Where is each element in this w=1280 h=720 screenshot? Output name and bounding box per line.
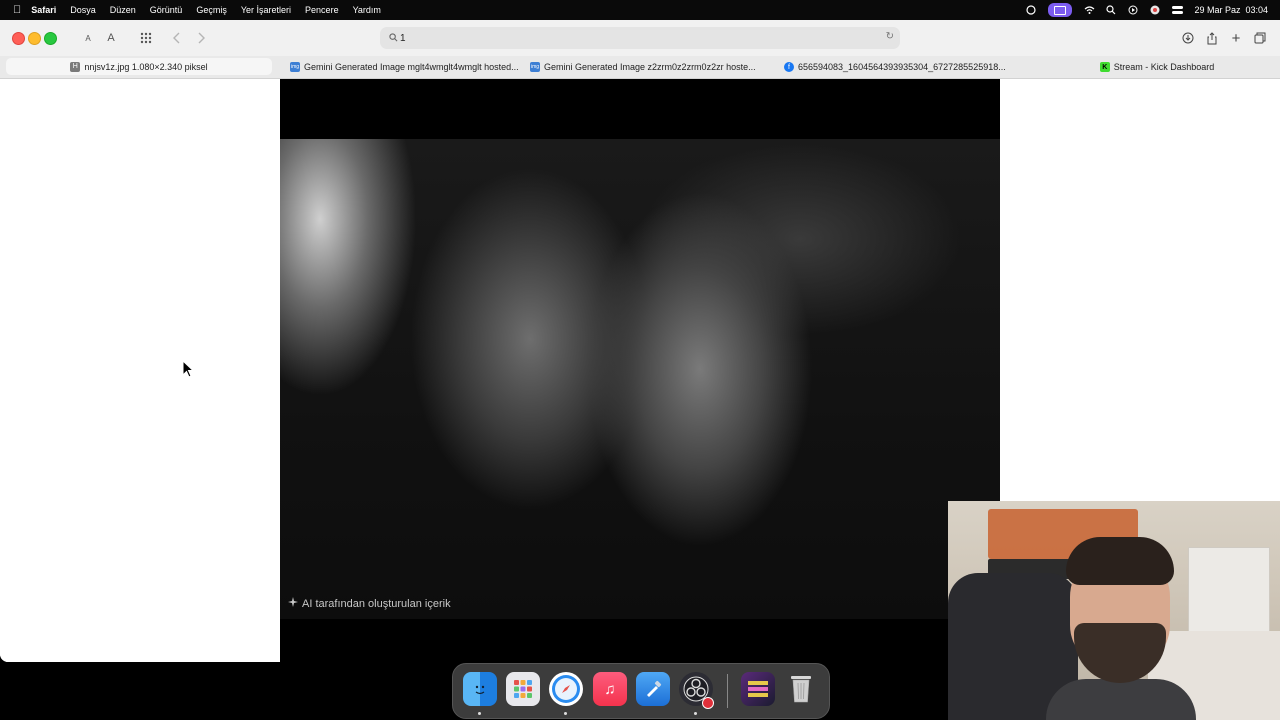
webcam-overlay bbox=[948, 501, 1280, 720]
tab-gemini-image-2[interactable]: img Gemini Generated Image z2zrm0z2zrm0z… bbox=[530, 56, 780, 78]
menu-goruntu[interactable]: Görüntü bbox=[150, 5, 183, 15]
tab-gemini-image-1[interactable]: img Gemini Generated Image mglt4wmglt4wm… bbox=[276, 56, 540, 78]
image-favicon-icon: img bbox=[530, 62, 540, 72]
share-icon[interactable] bbox=[1204, 28, 1220, 48]
menu-safari[interactable]: Safari bbox=[31, 5, 56, 15]
menubar-datetime[interactable]: 29 Mar Paz 03:04 bbox=[1194, 5, 1268, 15]
window-maximize-button[interactable] bbox=[44, 32, 57, 45]
tab-label: Gemini Generated Image mglt4wmglt4wmglt … bbox=[304, 62, 519, 72]
tab-label: nnjsv1z.jpg 1.080×2.340 piksel bbox=[84, 61, 208, 72]
user-avatar-icon[interactable] bbox=[1150, 5, 1160, 15]
sparkle-icon bbox=[288, 597, 298, 610]
dock-separator bbox=[727, 674, 728, 708]
webcam-person-hair bbox=[1066, 537, 1174, 585]
safari-icon[interactable] bbox=[549, 672, 583, 706]
menu-duzen[interactable]: Düzen bbox=[110, 5, 136, 15]
tab-kick-dashboard[interactable]: K Stream - Kick Dashboard bbox=[1040, 56, 1274, 78]
stream-overlay-app-icon[interactable] bbox=[741, 672, 775, 706]
dock-running-indicator bbox=[694, 712, 697, 715]
webcam-person bbox=[1046, 531, 1196, 720]
menu-dosya[interactable]: Dosya bbox=[70, 5, 96, 15]
text-smaller-button[interactable]: A bbox=[82, 28, 94, 48]
dock: ♫ bbox=[452, 663, 830, 719]
menu-yer-isaretleri[interactable]: Yer İşaretleri bbox=[241, 5, 291, 15]
trash-icon[interactable] bbox=[784, 672, 818, 706]
tab-label: Gemini Generated Image z2zrm0z2zrm0z2zr … bbox=[544, 62, 756, 72]
dock-running-indicator bbox=[478, 712, 481, 715]
ai-content-label: AI tarafından oluşturulan içerik bbox=[288, 597, 451, 610]
control-center-icon[interactable] bbox=[1172, 5, 1184, 15]
tab-bar: H nnjsv1z.jpg 1.080×2.340 piksel img Gem… bbox=[0, 56, 1280, 79]
window-close-button[interactable] bbox=[12, 32, 25, 45]
downloads-icon[interactable] bbox=[1180, 28, 1196, 48]
menu-pencere[interactable]: Pencere bbox=[305, 5, 339, 15]
menu-bar:  Safari Dosya Düzen Görüntü Geçmiş Yer … bbox=[0, 0, 1280, 20]
browser-toolbar: A A 1 ↻ + bbox=[0, 20, 1280, 56]
image-viewer[interactable]: AI tarafından oluşturulan içerik bbox=[280, 79, 1000, 662]
tab-favicon-icon: H bbox=[70, 61, 81, 72]
xcode-icon[interactable] bbox=[636, 672, 670, 706]
tab-nnjsv1z[interactable]: H nnjsv1z.jpg 1.080×2.340 piksel bbox=[6, 58, 272, 75]
window-minimize-button[interactable] bbox=[28, 32, 41, 45]
webcam-radiator bbox=[1188, 547, 1270, 639]
kick-favicon-icon: K bbox=[1099, 62, 1110, 72]
creative-cloud-icon[interactable] bbox=[1026, 5, 1037, 15]
wifi-icon[interactable] bbox=[1084, 5, 1095, 15]
tab-label: 656594083_1604564393935304_6727285525918… bbox=[798, 62, 1006, 72]
back-chevron-icon[interactable] bbox=[170, 28, 184, 48]
menu-yardim[interactable]: Yardım bbox=[353, 5, 381, 15]
music-icon[interactable]: ♫ bbox=[593, 672, 627, 706]
search-icon bbox=[386, 32, 400, 44]
apple-menu-icon[interactable]:  bbox=[13, 4, 21, 16]
menubar-status-area: 29 Mar Paz 03:04 bbox=[1026, 0, 1268, 20]
menu-gecmis[interactable]: Geçmiş bbox=[196, 5, 227, 15]
image-favicon-icon: img bbox=[290, 62, 300, 72]
tab-label: Stream - Kick Dashboard bbox=[1113, 62, 1215, 72]
recording-badge-icon bbox=[702, 697, 714, 709]
new-tab-plus-icon[interactable]: + bbox=[1228, 28, 1244, 48]
facebook-favicon-icon: f bbox=[784, 62, 794, 72]
address-bar[interactable]: 1 ↻ bbox=[380, 27, 900, 49]
text-larger-button[interactable]: A bbox=[104, 28, 118, 48]
finder-icon[interactable] bbox=[463, 672, 497, 706]
spotlight-search-icon[interactable] bbox=[1106, 5, 1116, 15]
address-input[interactable]: 1 bbox=[400, 33, 406, 44]
launchpad-icon[interactable] bbox=[506, 672, 540, 706]
forward-chevron-icon[interactable] bbox=[194, 28, 208, 48]
webcam-person-beard bbox=[1074, 623, 1166, 683]
tab-facebook-image[interactable]: f 656594083_1604564393935304_67272855259… bbox=[784, 56, 1034, 78]
webcam-person-body bbox=[1046, 679, 1196, 720]
reload-icon[interactable]: ↻ bbox=[886, 31, 894, 42]
dock-running-indicator bbox=[564, 712, 567, 715]
screen-recording-icon[interactable] bbox=[1048, 3, 1073, 17]
tab-overview-icon[interactable] bbox=[1252, 28, 1268, 48]
now-playing-icon[interactable] bbox=[1128, 5, 1138, 15]
ai-content-text: AI tarafından oluşturulan içerik bbox=[302, 597, 451, 610]
tab-overview-grid-icon[interactable] bbox=[138, 28, 154, 48]
ai-generated-photo: AI tarafından oluşturulan içerik bbox=[280, 139, 1000, 619]
